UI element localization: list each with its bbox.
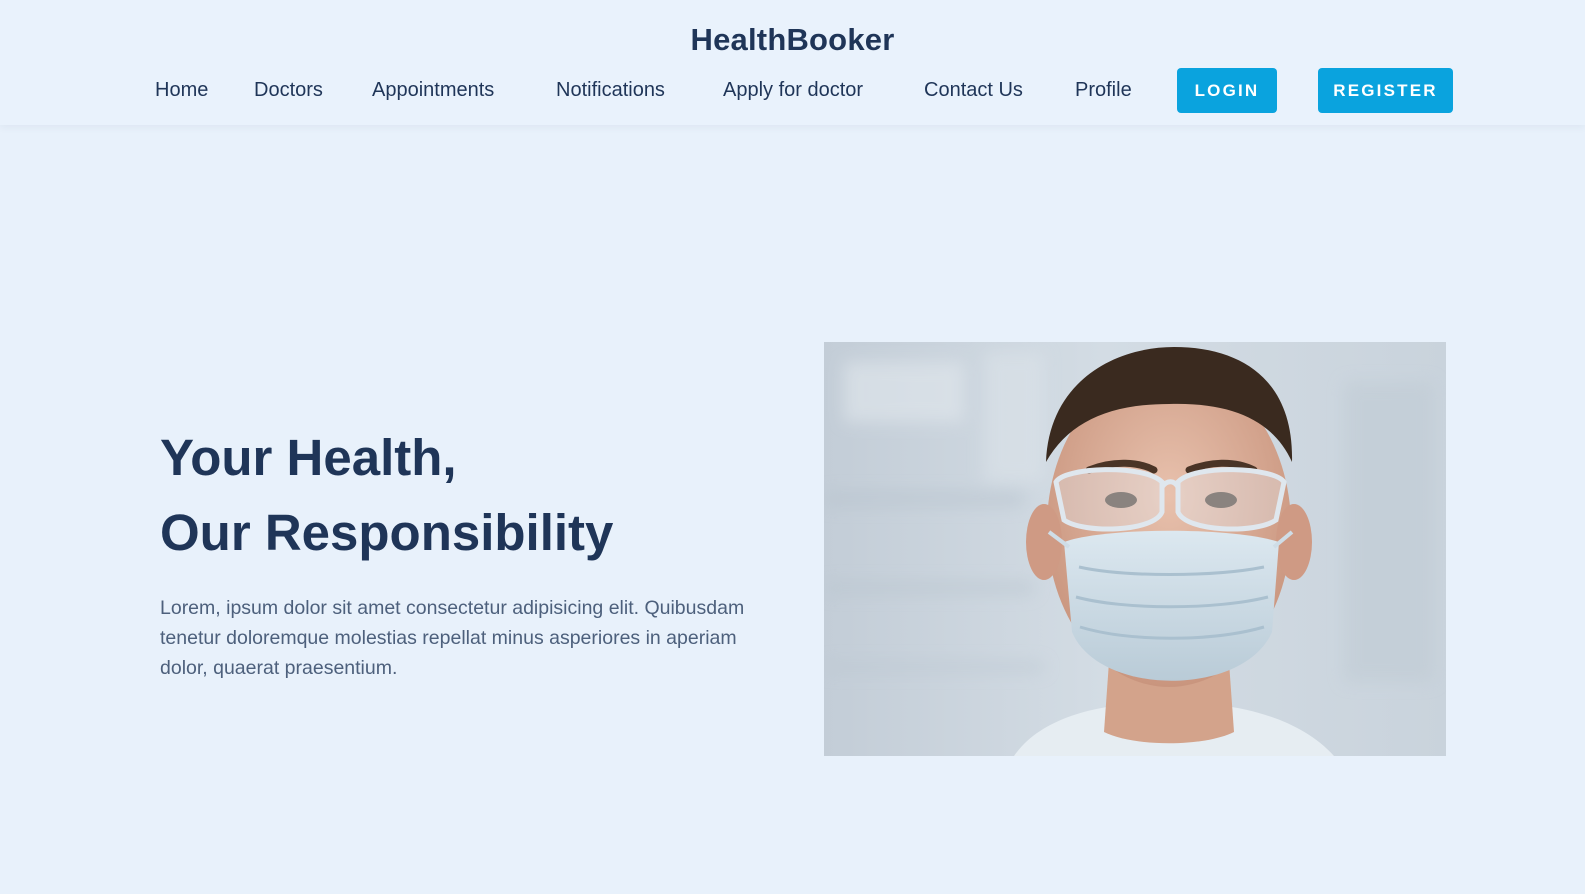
nav-home[interactable]: Home bbox=[155, 68, 208, 113]
nav-notifications[interactable]: Notifications bbox=[556, 68, 665, 113]
hero-title-line-1: Your Health, bbox=[160, 429, 457, 486]
nav-contact-us[interactable]: Contact Us bbox=[924, 68, 1023, 113]
hero-description: Lorem, ipsum dolor sit amet consectetur … bbox=[160, 597, 745, 679]
hero-image-masked-doctor bbox=[824, 342, 1446, 756]
doctor-portrait-illustration bbox=[824, 342, 1446, 756]
brand-logo[interactable]: HealthBooker bbox=[0, 22, 1585, 58]
nav-profile[interactable]: Profile bbox=[1075, 68, 1132, 113]
hero-title: Your Health, Our Responsibility bbox=[160, 420, 613, 570]
site-header: HealthBooker Home Doctors Appointments N… bbox=[0, 0, 1585, 125]
register-button[interactable]: REGISTER bbox=[1318, 68, 1453, 113]
nav-appointments[interactable]: Appointments bbox=[372, 68, 494, 113]
login-button[interactable]: LOGIN bbox=[1177, 68, 1277, 113]
hero-title-line-2: Our Responsibility bbox=[160, 504, 614, 561]
nav-doctors[interactable]: Doctors bbox=[254, 68, 323, 113]
nav-apply-for-doctor[interactable]: Apply for doctor bbox=[723, 68, 863, 113]
